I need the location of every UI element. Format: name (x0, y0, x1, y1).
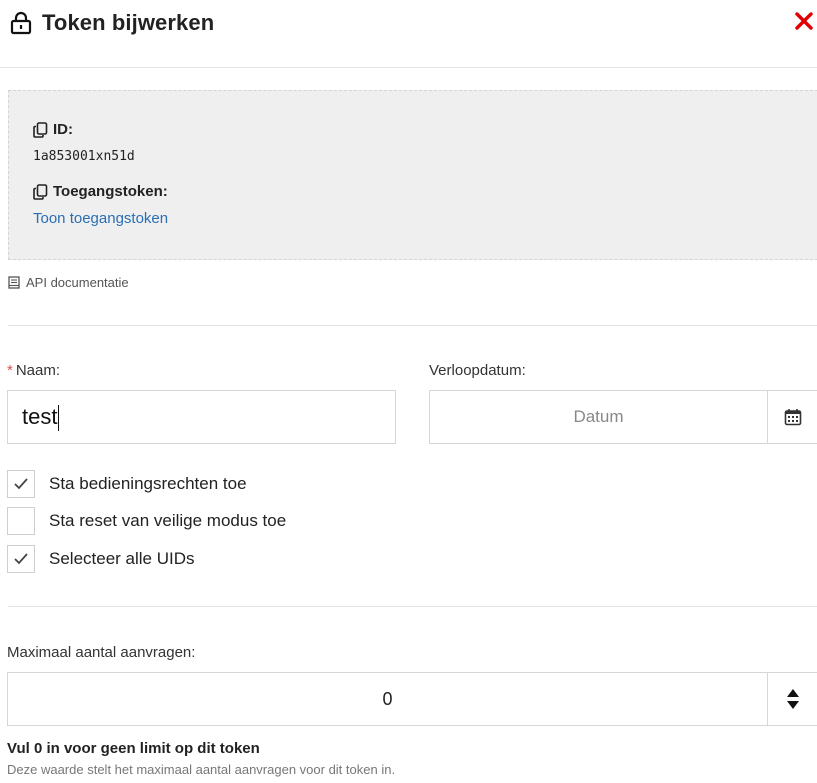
token-label[interactable]: Toegangstoken: (33, 183, 168, 200)
max-requests-input[interactable]: 0 (8, 673, 767, 725)
text-caret (58, 405, 60, 432)
copy-icon (33, 183, 48, 200)
hint-title: Vul 0 in voor geen limit op dit token (7, 740, 260, 757)
close-button[interactable] (791, 6, 817, 36)
title-wrap: Token bijwerken (10, 10, 214, 36)
divider (8, 325, 817, 326)
expiry-label: Verloopdatum: (429, 362, 526, 379)
divider (8, 606, 817, 607)
name-label-text: Naam: (15, 362, 61, 379)
name-input[interactable]: test (7, 390, 396, 444)
id-label-text: ID: (53, 121, 73, 138)
api-documentation-link[interactable]: API documentatie (8, 275, 129, 290)
token-info-box: ID: 1a853001xn51d Toegangstoken: Toon to… (8, 90, 817, 260)
check-icon (14, 553, 28, 565)
calendar-icon (784, 409, 802, 426)
copy-icon (33, 121, 48, 138)
checkbox-label: Sta reset van veilige modus toe (49, 511, 287, 530)
checkbox-safe-mode-reset[interactable]: Sta reset van veilige modus toe (7, 507, 286, 535)
checkbox-label: Sta bedieningsrechten toe (49, 474, 247, 493)
id-label[interactable]: ID: (33, 121, 73, 138)
book-icon (8, 276, 20, 289)
checkbox-box[interactable] (7, 507, 35, 535)
name-input-value: test (22, 404, 58, 429)
checkbox-select-all-uids[interactable]: Selecteer alle UIDs (7, 545, 195, 573)
token-label-text: Toegangstoken: (53, 183, 168, 200)
max-requests-label: Maximaal aantal aanvragen: (7, 644, 196, 661)
required-mark: * (7, 362, 13, 379)
checkbox-box[interactable] (7, 545, 35, 573)
checkbox-label: Selecteer alle UIDs (49, 549, 195, 568)
name-label: * Naam: (7, 362, 60, 379)
show-token-link[interactable]: Toon toegangstoken (33, 210, 168, 227)
expiry-date-picker: Datum (429, 390, 817, 444)
checkbox-box[interactable] (7, 470, 35, 498)
stepper-button[interactable] (767, 673, 817, 725)
api-documentation-label: API documentatie (26, 275, 129, 290)
max-requests-stepper: 0 (7, 672, 817, 726)
check-icon (14, 478, 28, 490)
calendar-button[interactable] (767, 391, 817, 443)
expiry-date-input[interactable]: Datum (430, 391, 767, 443)
modal-header: Token bijwerken (0, 0, 817, 68)
hint-text: Deze waarde stelt het maximaal aantal aa… (7, 762, 396, 777)
checkbox-control-rights[interactable]: Sta bedieningsrechten toe (7, 470, 247, 498)
close-icon (795, 12, 813, 30)
lock-icon (10, 11, 32, 35)
modal-title: Token bijwerken (42, 10, 215, 35)
sort-icon (787, 689, 799, 709)
id-value: 1a853001xn51d (33, 149, 135, 164)
